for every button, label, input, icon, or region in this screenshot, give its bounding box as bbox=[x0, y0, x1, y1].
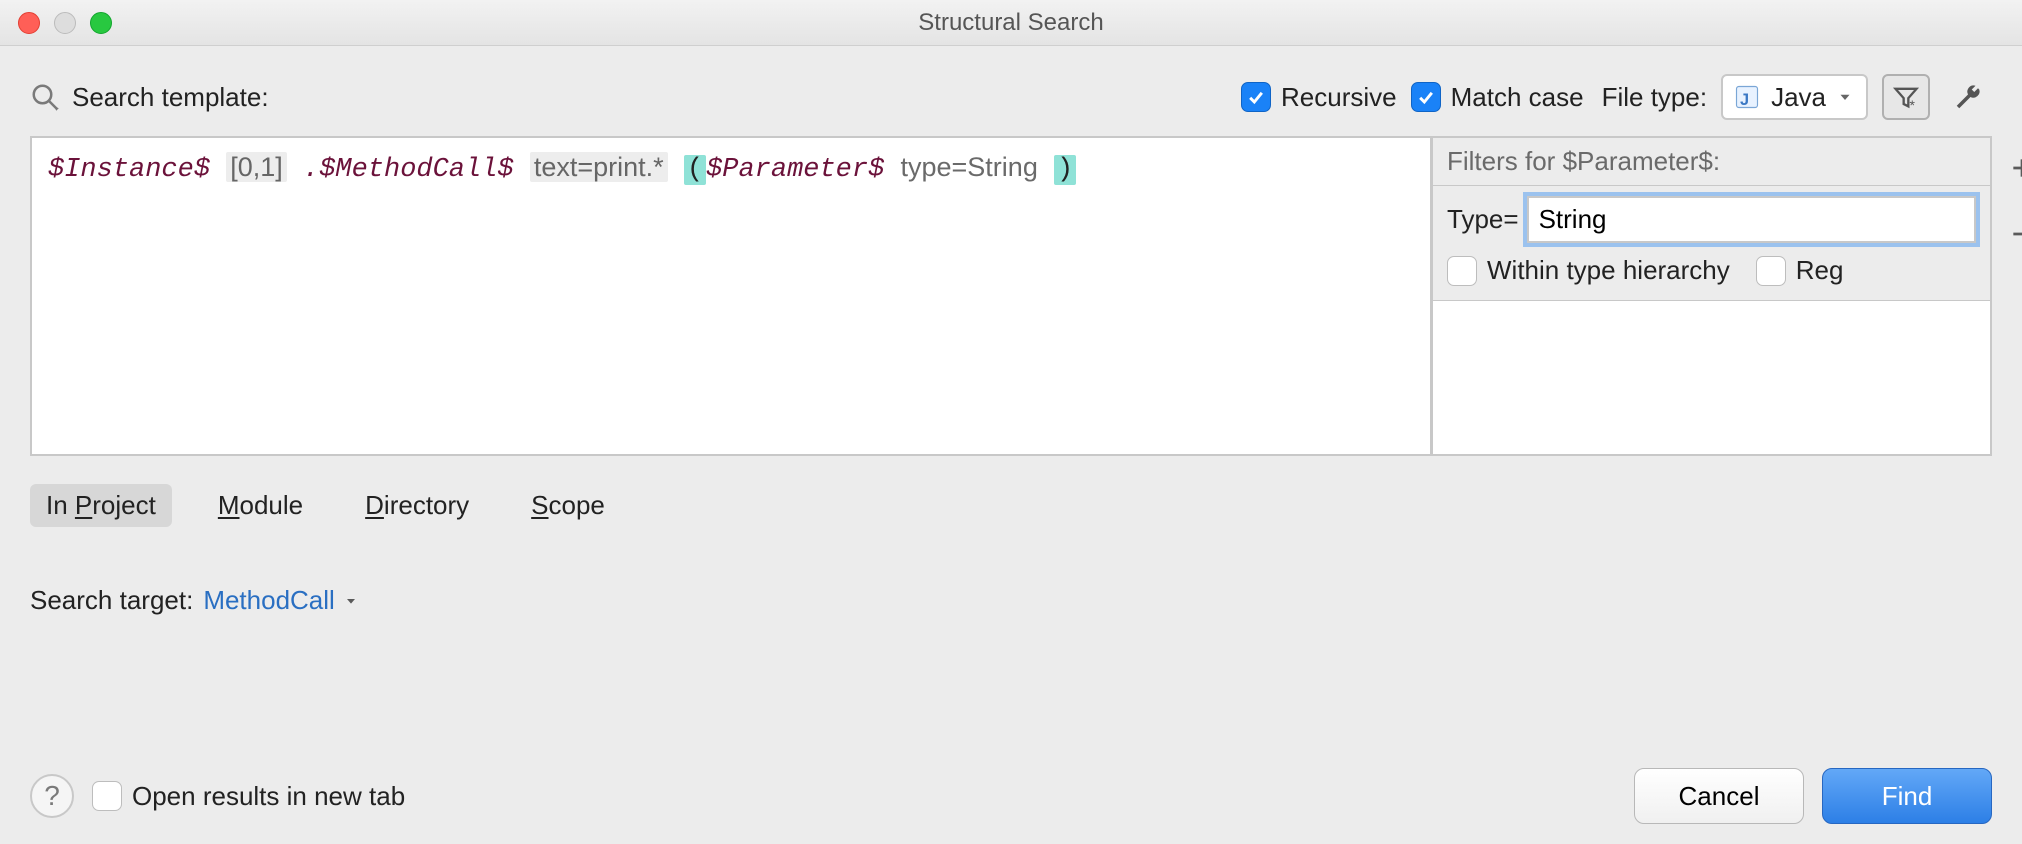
template-var-instance: $Instance$ bbox=[48, 155, 210, 185]
file-type-value: Java bbox=[1771, 82, 1826, 113]
template-instance-count: [0,1] bbox=[226, 152, 287, 182]
search-toolbar: Search template: Recursive Match case Fi… bbox=[30, 74, 1992, 120]
template-close-paren: ) bbox=[1054, 155, 1076, 185]
svg-text:J: J bbox=[1740, 91, 1749, 109]
chevron-down-icon bbox=[1836, 88, 1854, 106]
search-template-label: Search template: bbox=[72, 82, 269, 113]
regex-checkbox[interactable] bbox=[1756, 256, 1786, 286]
open-new-tab-checkbox-wrap[interactable]: Open results in new tab bbox=[92, 781, 405, 812]
minimize-window-button[interactable] bbox=[54, 12, 76, 34]
recursive-checkbox[interactable] bbox=[1241, 82, 1271, 112]
zoom-window-button[interactable] bbox=[90, 12, 112, 34]
java-file-icon: J bbox=[1733, 83, 1761, 111]
filter-toggle-button[interactable]: * bbox=[1882, 74, 1930, 120]
template-parameter-constraint: type=String bbox=[901, 152, 1038, 182]
wrench-icon bbox=[1953, 82, 1983, 112]
title-bar: Structural Search bbox=[0, 0, 2022, 46]
scope-tabs: In Project Module Directory Scope bbox=[30, 484, 1992, 527]
file-type-label: File type: bbox=[1602, 82, 1708, 113]
scope-tab-directory[interactable]: Directory bbox=[349, 484, 485, 527]
main-split: $Instance$ [0,1] .$MethodCall$ text=prin… bbox=[30, 136, 1992, 456]
find-button[interactable]: Find bbox=[1822, 768, 1992, 824]
scope-tab-scope[interactable]: Scope bbox=[515, 484, 621, 527]
plus-icon bbox=[2009, 155, 2022, 181]
template-methodcall-constraint: text=print.* bbox=[530, 152, 668, 182]
filter-icon: * bbox=[1892, 83, 1920, 111]
cancel-button[interactable]: Cancel bbox=[1634, 768, 1804, 824]
filters-header-label: Filters for $Parameter$: bbox=[1447, 146, 1720, 177]
search-target-dropdown[interactable]: MethodCall bbox=[203, 585, 359, 616]
file-type-dropdown[interactable]: J Java bbox=[1721, 74, 1868, 120]
search-target-value: MethodCall bbox=[203, 585, 335, 616]
scope-tab-in-project[interactable]: In Project bbox=[30, 484, 172, 527]
open-new-tab-checkbox[interactable] bbox=[92, 781, 122, 811]
tools-button[interactable] bbox=[1944, 74, 1992, 120]
filters-panel-header: Filters for $Parameter$: bbox=[1433, 138, 1990, 186]
dialog-bottom-bar: ? Open results in new tab Cancel Find bbox=[30, 744, 1992, 824]
window-controls bbox=[18, 12, 112, 34]
filter-type-input[interactable] bbox=[1527, 196, 1976, 243]
match-case-checkbox[interactable] bbox=[1411, 82, 1441, 112]
help-button[interactable]: ? bbox=[30, 774, 74, 818]
filter-type-label: Type= bbox=[1447, 204, 1519, 235]
regex-label: Reg bbox=[1796, 255, 1844, 286]
search-template-editor[interactable]: $Instance$ [0,1] .$MethodCall$ text=prin… bbox=[30, 136, 1432, 456]
recursive-label: Recursive bbox=[1281, 82, 1397, 113]
window-title: Structural Search bbox=[918, 9, 1103, 37]
remove-filter-button[interactable] bbox=[2002, 214, 2022, 254]
help-icon: ? bbox=[44, 780, 60, 812]
open-new-tab-label: Open results in new tab bbox=[132, 781, 405, 812]
recursive-checkbox-wrap[interactable]: Recursive bbox=[1241, 82, 1397, 113]
within-hierarchy-checkbox[interactable] bbox=[1447, 256, 1477, 286]
add-filter-button[interactable] bbox=[2002, 148, 2022, 188]
search-icon bbox=[30, 82, 60, 112]
search-target-row: Search target: MethodCall bbox=[30, 585, 1992, 616]
template-open-paren: ( bbox=[684, 155, 706, 185]
within-hierarchy-checkbox-wrap[interactable]: Within type hierarchy bbox=[1447, 255, 1730, 286]
template-dot: . bbox=[303, 155, 319, 185]
svg-text:*: * bbox=[1910, 97, 1916, 111]
template-var-methodcall: $MethodCall$ bbox=[319, 155, 513, 185]
match-case-label: Match case bbox=[1451, 82, 1584, 113]
regex-checkbox-wrap[interactable]: Reg bbox=[1756, 255, 1844, 286]
close-window-button[interactable] bbox=[18, 12, 40, 34]
scope-tab-module[interactable]: Module bbox=[202, 484, 319, 527]
within-hierarchy-label: Within type hierarchy bbox=[1487, 255, 1730, 286]
chevron-down-icon bbox=[343, 593, 359, 609]
filters-panel: Filters for $Parameter$: Type= Within ty… bbox=[1432, 136, 1992, 456]
match-case-checkbox-wrap[interactable]: Match case bbox=[1411, 82, 1584, 113]
template-var-parameter: $Parameter$ bbox=[706, 155, 884, 185]
minus-icon bbox=[2009, 221, 2022, 247]
search-target-label: Search target: bbox=[30, 585, 193, 616]
